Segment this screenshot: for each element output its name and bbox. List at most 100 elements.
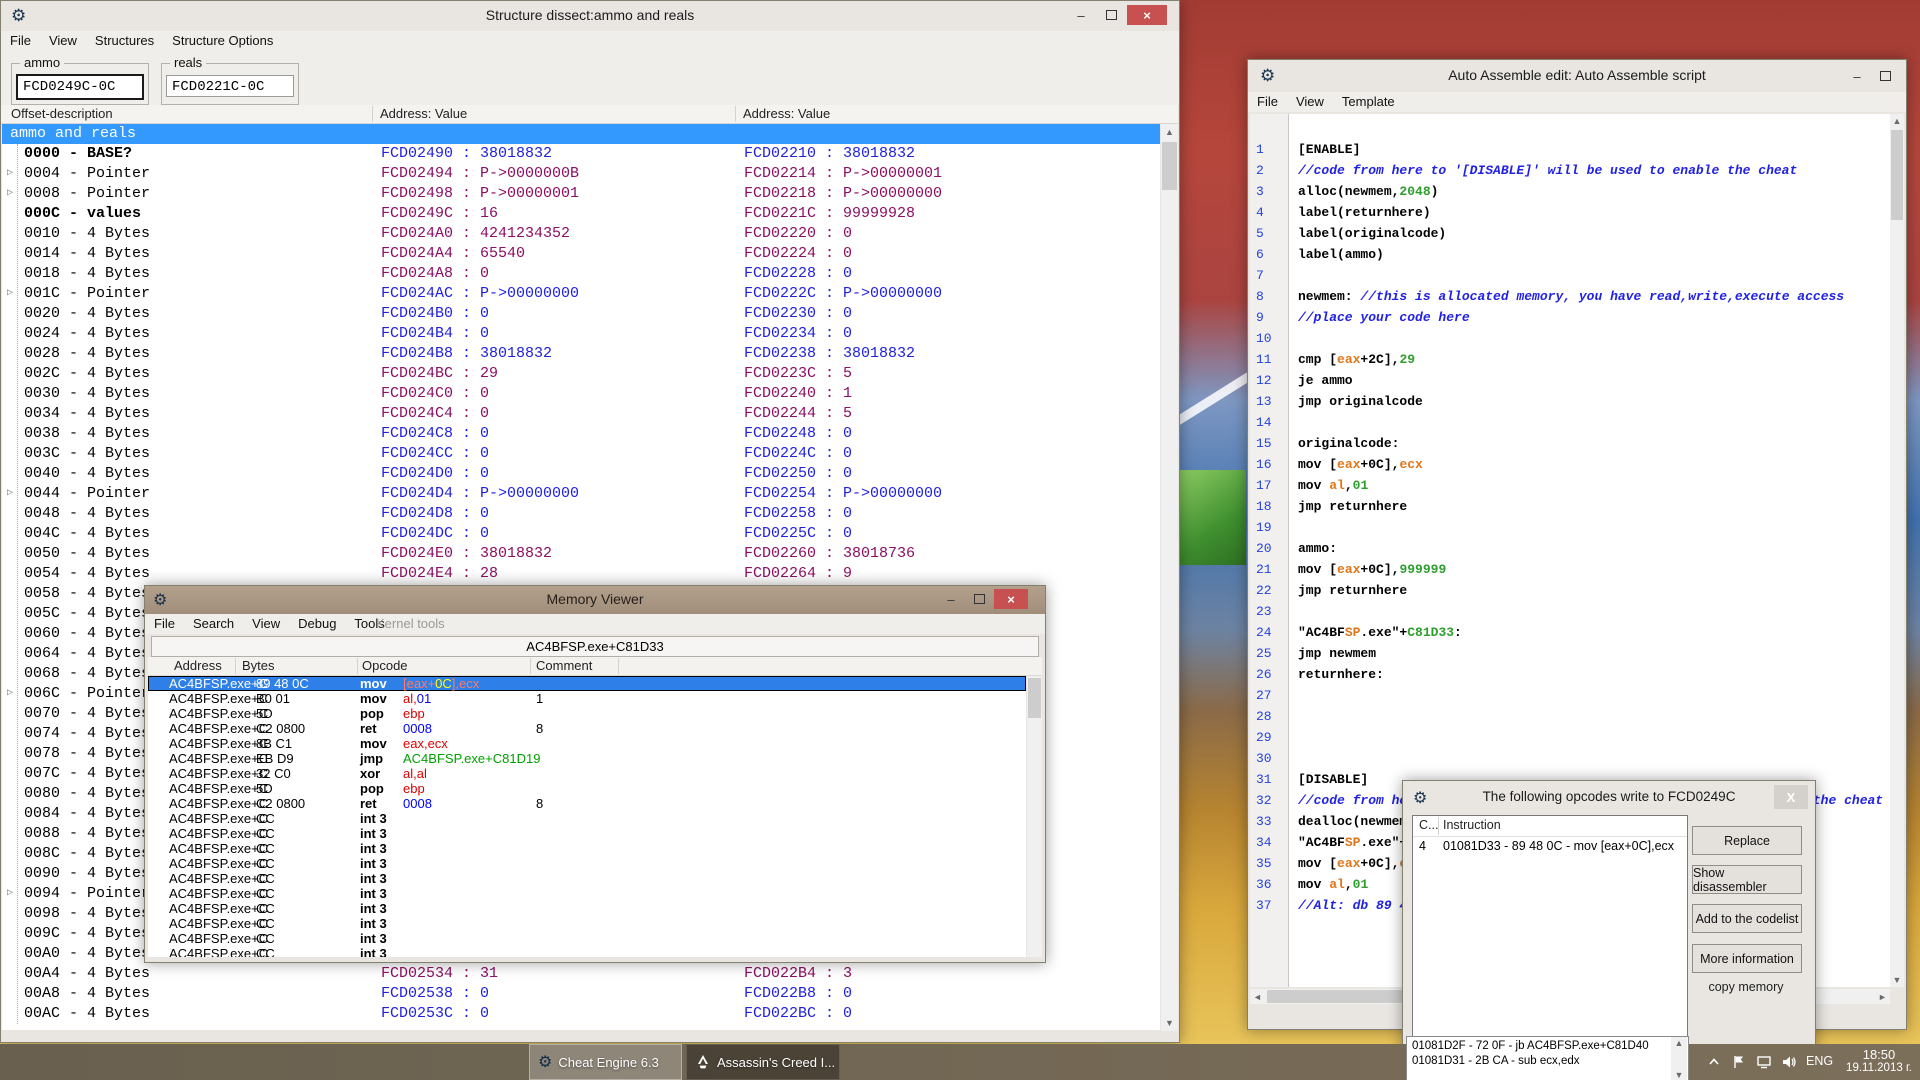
- script-line[interactable]: 17 mov al,01: [1250, 475, 1890, 496]
- disassembly-row[interactable]: AC4BFSP.exe+C CC int 3: [148, 916, 1026, 931]
- selected-structure-row[interactable]: ammo and reals: [2, 124, 1160, 144]
- disassembly-row[interactable]: AC4BFSP.exe+C CC int 3: [148, 886, 1026, 901]
- expand-arrow-icon[interactable]: ▷: [7, 184, 13, 204]
- script-line[interactable]: 29: [1250, 727, 1890, 748]
- script-line[interactable]: 16 mov [eax+0C],ecx: [1250, 454, 1890, 475]
- structure-row[interactable]: 00A4 - 4 Bytes FCD02534 : 31 FCD022B4 : 3: [2, 964, 1160, 984]
- script-line[interactable]: 4 label(returnhere): [1250, 202, 1890, 223]
- structure-row[interactable]: ▷ 0008 - Pointer FCD02498 : P->00000001 FCD…: [2, 184, 1160, 204]
- add-to-the-codelist-button[interactable]: Add to the codelist: [1692, 904, 1802, 933]
- disassembly-row[interactable]: AC4BFSP.exe+C CC int 3: [148, 856, 1026, 871]
- script-line[interactable]: 24 "AC4BFSP.exe"+C81D33:: [1250, 622, 1890, 643]
- disassembly-row[interactable]: AC4BFSP.exe+C CC int 3: [148, 841, 1026, 856]
- script-line[interactable]: 25 jmp newmem: [1250, 643, 1890, 664]
- disassembly-row[interactable]: AC4BFSP.exe+C CC int 3: [148, 931, 1026, 946]
- structure-row[interactable]: ▷ 0004 - Pointer FCD02494 : P->0000000B FCD…: [2, 164, 1160, 184]
- script-line[interactable]: 8 newmem: //this is allocated memory, you…: [1250, 286, 1890, 307]
- disassembly-row[interactable]: AC4BFSP.exe+C CC int 3: [148, 901, 1026, 916]
- column-header-instruction[interactable]: Instruction: [1443, 818, 1501, 832]
- structure-row[interactable]: 0050 - 4 Bytes FCD024E0 : 38018832 FCD0226…: [2, 544, 1160, 564]
- column-header-address[interactable]: Address: [174, 657, 222, 675]
- show-disassembler-button[interactable]: Show disassembler: [1692, 865, 1802, 894]
- structure-row[interactable]: 00A8 - 4 Bytes FCD02538 : 0 FCD022B8 : 0: [2, 984, 1160, 1004]
- minimize-button[interactable]: –: [1844, 66, 1870, 86]
- disassembly-row[interactable]: AC4BFSP.exe+C 5D pop ebp: [148, 706, 1026, 721]
- structure-row[interactable]: 0028 - 4 Bytes FCD024B8 : 38018832 FCD0223…: [2, 344, 1160, 364]
- disassembly-row[interactable]: AC4BFSP.exe+C 32 C0 xor al,al: [148, 766, 1026, 781]
- disassembly-row[interactable]: AC4BFSP.exe+C 89 48 0C mov [eax+0C],ecx: [148, 676, 1026, 691]
- disasm-address-bar[interactable]: AC4BFSP.exe+C81D33: [151, 636, 1039, 657]
- structure-row[interactable]: 0010 - 4 Bytes FCD024A0 : 4241234352 FCD02…: [2, 224, 1160, 244]
- context-list-item[interactable]: 01081D2F - 72 0F - jb AC4BFSP.exe+C81D40: [1412, 1040, 1649, 1052]
- expand-arrow-icon[interactable]: ▷: [7, 164, 13, 184]
- expand-arrow-icon[interactable]: ▷: [7, 284, 13, 304]
- reals-address-input[interactable]: FCD0221C-0C: [166, 75, 294, 97]
- script-line[interactable]: 5 label(originalcode): [1250, 223, 1890, 244]
- disasm-scrollbar[interactable]: [1027, 676, 1042, 957]
- menu-item-view[interactable]: View: [40, 31, 86, 53]
- structure-row[interactable]: 0030 - 4 Bytes FCD024C0 : 0 FCD02240 : 1: [2, 384, 1160, 404]
- script-line[interactable]: 9 //place your code here: [1250, 307, 1890, 328]
- copy-memory-button[interactable]: copy memory: [1692, 980, 1800, 994]
- script-line[interactable]: 30: [1250, 748, 1890, 769]
- script-line[interactable]: 2 //code from here to '[DISABLE]' will be…: [1250, 160, 1890, 181]
- editor-vertical-scrollbar[interactable]: ▲ ▼: [1890, 114, 1904, 987]
- more-information-button[interactable]: More information: [1692, 944, 1802, 973]
- ammo-address-input[interactable]: FCD0249C-0C: [16, 74, 144, 100]
- column-header-count[interactable]: C...: [1419, 818, 1438, 832]
- close-button[interactable]: ×: [1127, 5, 1167, 25]
- structure-row[interactable]: 0038 - 4 Bytes FCD024C8 : 0 FCD02248 : 0: [2, 424, 1160, 444]
- structure-row[interactable]: 0020 - 4 Bytes FCD024B0 : 0 FCD02230 : 0: [2, 304, 1160, 324]
- replace-button[interactable]: Replace: [1692, 826, 1802, 855]
- column-header-offset[interactable]: Offset-description: [11, 105, 113, 123]
- scroll-up-arrow[interactable]: ▲: [1671, 1037, 1687, 1049]
- menu-item-file[interactable]: File: [1, 31, 40, 53]
- script-line[interactable]: 22 jmp returnhere: [1250, 580, 1890, 601]
- close-button[interactable]: ×: [994, 589, 1028, 609]
- structure-row[interactable]: ▷ 001C - Pointer FCD024AC : P->00000000 FCD…: [2, 284, 1160, 304]
- menu-item-file[interactable]: File: [145, 614, 184, 634]
- minimize-button[interactable]: –: [938, 589, 964, 609]
- script-line[interactable]: 11 cmp [eax+2C],29: [1250, 349, 1890, 370]
- structure-row[interactable]: 0054 - 4 Bytes FCD024E4 : 28 FCD02264 : 9: [2, 564, 1160, 584]
- action-center-flag-icon[interactable]: [1731, 1054, 1747, 1070]
- script-line[interactable]: 6 label(ammo): [1250, 244, 1890, 265]
- network-icon[interactable]: [1756, 1054, 1772, 1070]
- maximize-button[interactable]: [1872, 66, 1898, 86]
- disassembly-row[interactable]: AC4BFSP.exe+C EB D9 jmp AC4BFSP.exe+C81D19: [148, 751, 1026, 766]
- script-line[interactable]: 21 mov [eax+0C],999999: [1250, 559, 1890, 580]
- script-line[interactable]: 27: [1250, 685, 1890, 706]
- expand-arrow-icon[interactable]: ▷: [7, 684, 13, 704]
- disassembly-row[interactable]: AC4BFSP.exe+C 8B C1 mov eax,ecx: [148, 736, 1026, 751]
- context-list-item[interactable]: 01081D31 - 2B CA - sub ecx,edx: [1412, 1055, 1580, 1067]
- disassembly-row[interactable]: AC4BFSP.exe+C CC int 3: [148, 871, 1026, 886]
- structure-row[interactable]: 0034 - 4 Bytes FCD024C4 : 0 FCD02244 : 5: [2, 404, 1160, 424]
- script-line[interactable]: 7: [1250, 265, 1890, 286]
- menu-item-structure-options[interactable]: Structure Options: [163, 31, 282, 53]
- column-header-comment[interactable]: Comment: [536, 657, 592, 675]
- disassembly-row[interactable]: AC4BFSP.exe+C B0 01 mov al,01 1: [148, 691, 1026, 706]
- script-line[interactable]: 14: [1250, 412, 1890, 433]
- context-list-scrollbar[interactable]: ▲ ▼: [1671, 1037, 1687, 1080]
- scroll-up-arrow[interactable]: ▲: [1890, 114, 1904, 128]
- disassembly-row[interactable]: AC4BFSP.exe+C 5D pop ebp: [148, 781, 1026, 796]
- structure-row[interactable]: 0040 - 4 Bytes FCD024D0 : 0 FCD02250 : 0: [2, 464, 1160, 484]
- structure-row[interactable]: 000C - values FCD0249C : 16 FCD0221C : 999…: [2, 204, 1160, 224]
- structure-row[interactable]: 004C - 4 Bytes FCD024DC : 0 FCD0225C : 0: [2, 524, 1160, 544]
- structure-row[interactable]: 003C - 4 Bytes FCD024CC : 0 FCD0224C : 0: [2, 444, 1160, 464]
- language-indicator[interactable]: ENG: [1806, 1054, 1833, 1068]
- structure-row[interactable]: ▷ 0044 - Pointer FCD024D4 : P->00000000 FCD…: [2, 484, 1160, 504]
- scroll-down-arrow[interactable]: ▼: [1890, 973, 1904, 987]
- script-line[interactable]: 10: [1250, 328, 1890, 349]
- scroll-right-arrow[interactable]: ►: [1875, 989, 1890, 1004]
- menu-item-view[interactable]: View: [1287, 92, 1333, 112]
- scroll-down-arrow[interactable]: ▼: [1161, 1015, 1178, 1031]
- structure-row[interactable]: 0000 - BASE? FCD02490 : 38018832 FCD02210 …: [2, 144, 1160, 164]
- structure-row[interactable]: 0014 - 4 Bytes FCD024A4 : 65540 FCD02224 :…: [2, 244, 1160, 264]
- disassembly-row[interactable]: AC4BFSP.exe+C CC int 3: [148, 811, 1026, 826]
- column-header-opcode[interactable]: Opcode: [362, 657, 408, 675]
- structure-row[interactable]: 00AC - 4 Bytes FCD0253C : 0 FCD022BC : 0: [2, 1004, 1160, 1024]
- menu-item-template[interactable]: Template: [1333, 92, 1404, 112]
- structure-row[interactable]: 002C - 4 Bytes FCD024BC : 29 FCD0223C : 5: [2, 364, 1160, 384]
- expand-arrow-icon[interactable]: ▷: [7, 884, 13, 904]
